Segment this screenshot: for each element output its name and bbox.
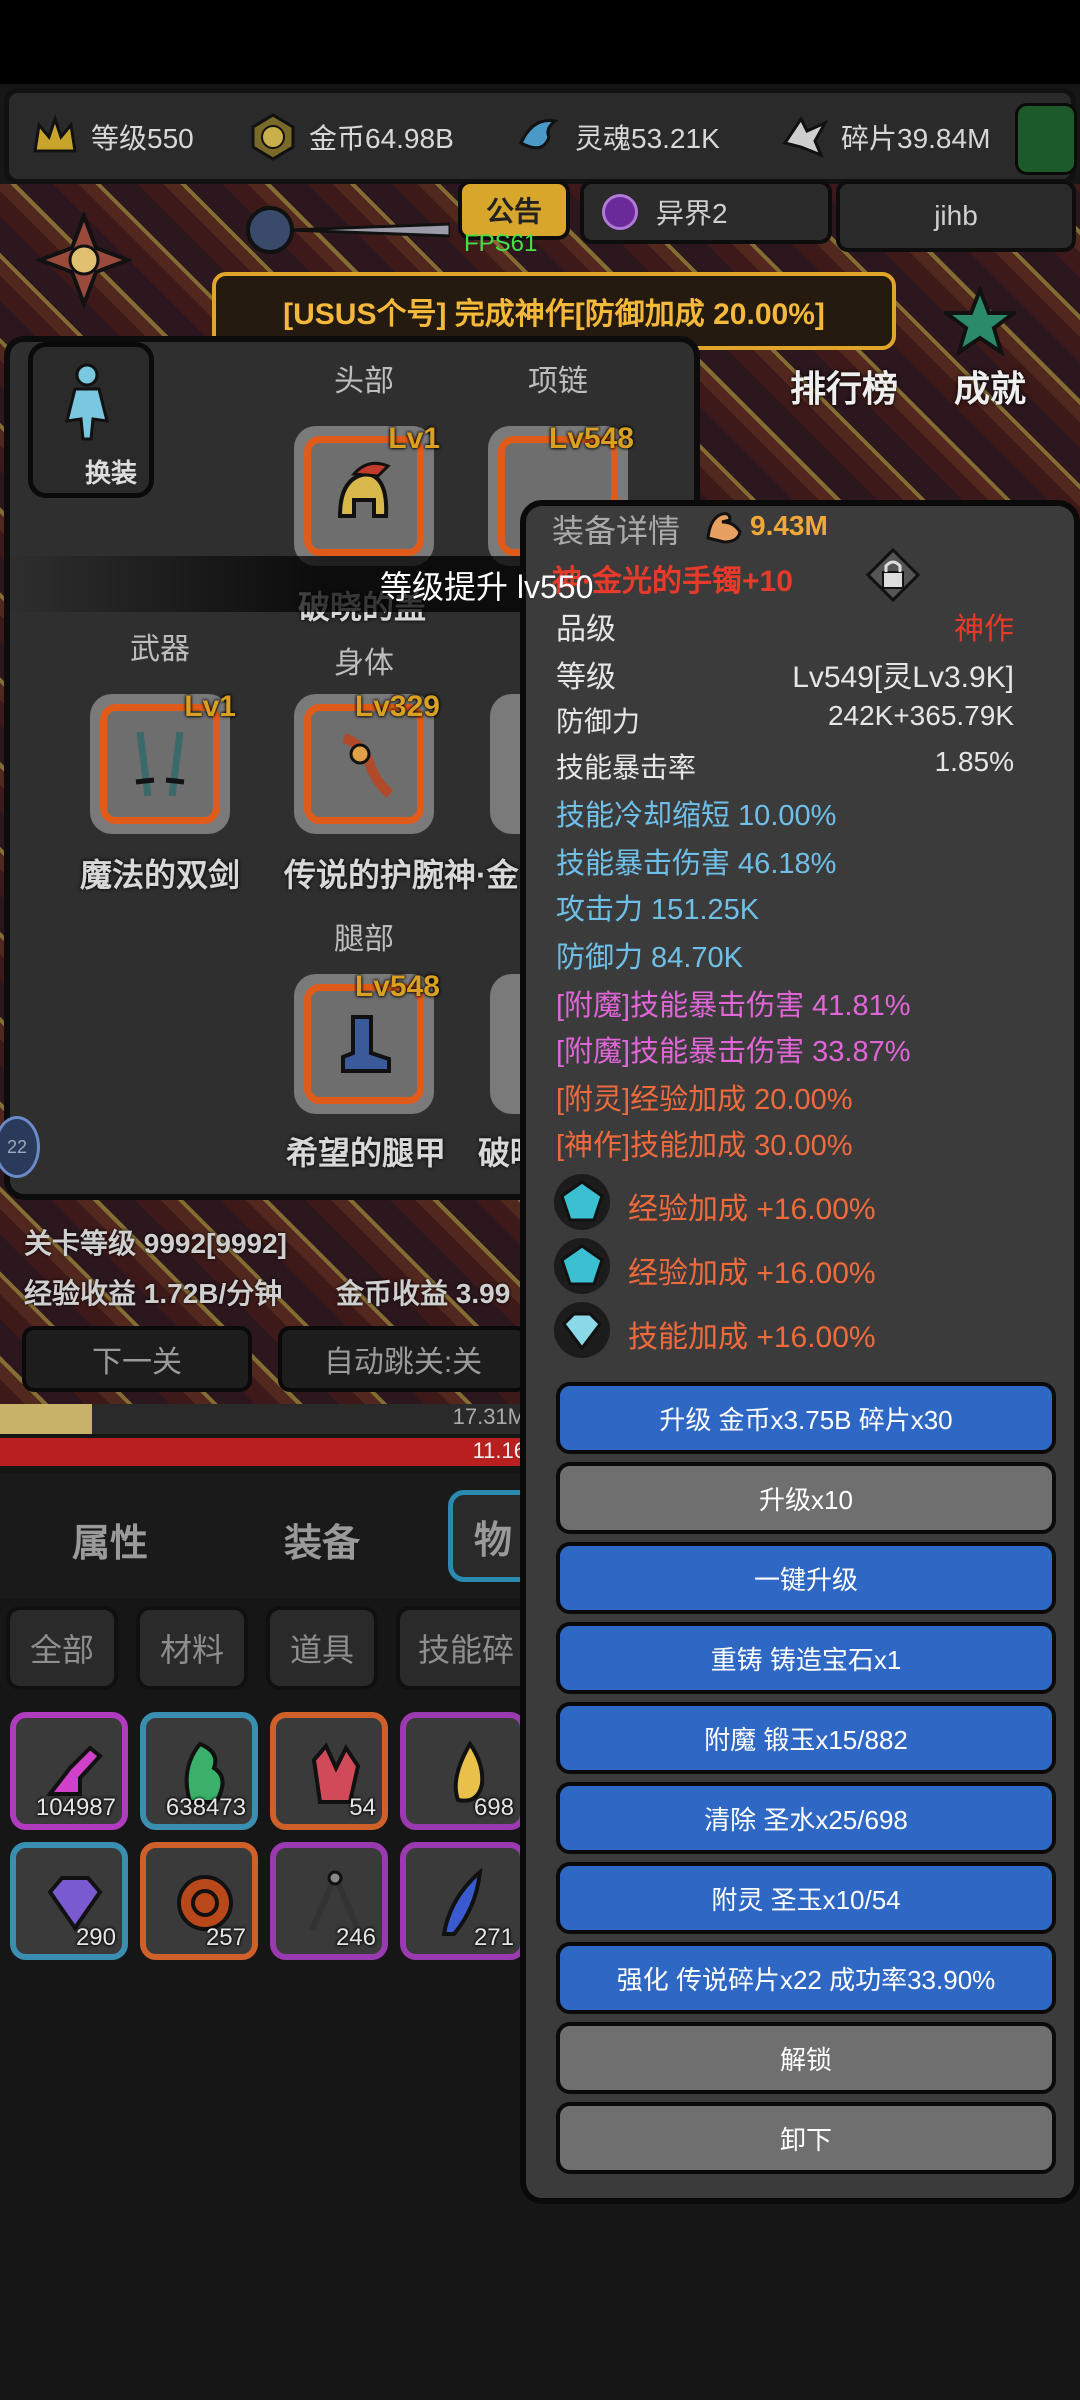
body-slot[interactable]: Lv329 [294,690,440,834]
combat-power: 9.43M [750,510,828,541]
upgrade-x10-button[interactable]: 升级x10 [556,1462,1056,1534]
resource-fragment: 碎片39.84M [779,107,990,167]
attr-line: [附魔]技能暴击伤害 33.87% [556,1036,911,1068]
attr-line: [神作]技能加成 30.00% [556,1130,853,1162]
diamond-gem-icon [554,1302,610,1358]
resource-bar: 等级550 金币64.98B 灵魂53.21K 碎片39.84M [4,88,1077,184]
status-band [0,0,1080,84]
unequip-button[interactable]: 卸下 [556,2102,1056,2174]
world-button[interactable]: 异界2 [580,180,832,244]
upgrade-button[interactable]: 升级 金币x3.75B 碎片x30 [556,1382,1056,1454]
clear-button[interactable]: 清除 圣水x25/698 [556,1782,1056,1854]
enhance-button[interactable]: 强化 传说碎片x22 成功率33.90% [556,1942,1056,2014]
ranking-button[interactable]: 排行榜 [790,360,898,412]
cyan-pentagon-gem-icon [554,1174,610,1230]
helmet-icon [337,461,391,518]
resource-gold: 金币64.98B [247,107,454,167]
inventory-item[interactable]: 638473 [140,1712,258,1830]
attr-line: 技能冷却缩短 10.00% [556,800,837,832]
spirit-attach-button[interactable]: 附灵 圣玉x10/54 [556,1862,1056,1934]
attr-line: 攻击力 151.25K [556,894,760,926]
gem-bonus-text: 经验加成 +16.00% [628,1257,876,1290]
one-click-upgrade-button[interactable]: 一键升级 [556,1542,1056,1614]
achievement-button[interactable]: 成就 [954,360,1026,412]
soul-icon [513,111,565,163]
fps-counter: FPS61 [464,230,538,257]
attr-line: [附灵]经验加成 20.00% [556,1084,853,1116]
resource-soul: 灵魂53.21K [513,107,720,167]
auto-skip-toggle[interactable]: 自动跳关:关 [278,1326,528,1392]
compass-emblem-icon[interactable] [34,210,134,310]
crown-icon [29,111,81,163]
levelup-toast: 等级提升 lv550 [380,569,594,605]
user-button[interactable]: jihb [836,180,1076,252]
enchant-button[interactable]: 附魔 锻玉x15/882 [556,1702,1056,1774]
star-badge-icon [940,284,1020,358]
inventory-item[interactable]: 271 [400,1842,526,1960]
body-slot-label: 身体 [334,647,394,680]
resource-level: 等级550 [29,107,194,167]
head-slot[interactable]: Lv1 [294,422,440,566]
detail-title: 装备详情 [552,513,681,549]
tab-equipment[interactable]: 装备 [284,1512,360,1567]
attr-line: [附魔]技能暴击伤害 41.81% [556,990,911,1022]
detail-row-grade: 品级 神作 [556,613,1014,646]
portal-icon [602,194,638,230]
gold-coin-icon [247,111,299,163]
inventory-item[interactable]: 257 [140,1842,258,1960]
inventory-item[interactable]: 290 [10,1842,128,1960]
weapon-slot[interactable]: Lv1 [90,690,236,834]
detail-row-level: 等级 Lv549[灵Lv3.9K] [556,661,1014,694]
weapon-slot-label: 武器 [130,633,190,666]
change-outfit-button[interactable]: 换装 [28,342,154,498]
attr-line: 防御力 84.70K [556,942,743,974]
legs-slot[interactable]: Lv548 [294,970,440,1114]
gold-income: 金币收益 3.99 [336,1278,511,1309]
legs-slot-label: 腿部 [334,923,394,956]
gem-bonus-text: 经验加成 +16.00% [628,1193,876,1226]
inventory-item[interactable]: 698 [400,1712,526,1830]
necklace-slot-label: 项链 [528,365,588,398]
exp-progress-bar: 17.31M [0,1404,530,1434]
exp-income: 经验收益 1.72B/分钟 [24,1278,283,1309]
unlock-button[interactable]: 解锁 [556,2022,1056,2094]
inventory-item[interactable]: 104987 [10,1712,128,1830]
next-stage-button[interactable]: 下一关 [22,1326,252,1392]
weapon-banner-icon [240,200,452,260]
weapon-item-name: 魔法的双剑 [80,857,241,893]
detail-row-defense: 防御力 242K+365.79K [556,700,1014,737]
twin-swords-icon [135,731,185,797]
figure-icon [65,363,109,441]
bracer-icon [342,733,394,798]
head-slot-label: 头部 [334,365,394,398]
filter-all[interactable]: 全部 [6,1606,118,1690]
gem-bonus-text: 技能加成 +16.00% [628,1321,876,1354]
strength-arm-icon [704,508,744,549]
reforge-button[interactable]: 重铸 铸造宝石x1 [556,1622,1056,1694]
exp-progress-fill [0,1404,92,1434]
detail-row-crit: 技能暴击率 1.85% [556,746,1014,783]
inventory-item[interactable]: 54 [270,1712,388,1830]
stage-level: 关卡等级 9992[9992] [24,1228,288,1259]
filter-materials[interactable]: 材料 [136,1606,248,1690]
body-item-name: 传说的护腕神·金 [284,857,519,893]
lock-icon[interactable] [865,547,921,607]
tab-attributes[interactable]: 属性 [72,1512,148,1567]
fragment-icon [779,111,831,163]
boot-icon [341,1015,391,1073]
hp-progress-bar: 11.16 [0,1438,530,1466]
filter-skill-fragments[interactable]: 技能碎 [396,1606,536,1690]
legs-item-name: 希望的腿甲 [286,1135,447,1171]
attr-line: 技能暴击伤害 46.18% [556,848,837,880]
inventory-item[interactable]: 246 [270,1842,388,1960]
filter-props[interactable]: 道具 [266,1606,378,1690]
cyan-pentagon-gem-icon [554,1238,610,1294]
leaf-menu-icon[interactable] [1015,103,1077,175]
equipment-detail-panel: 装备详情 9.43M 神·金光的手镯+10 品级 神作 等级 Lv549[灵Lv… [520,500,1080,2204]
